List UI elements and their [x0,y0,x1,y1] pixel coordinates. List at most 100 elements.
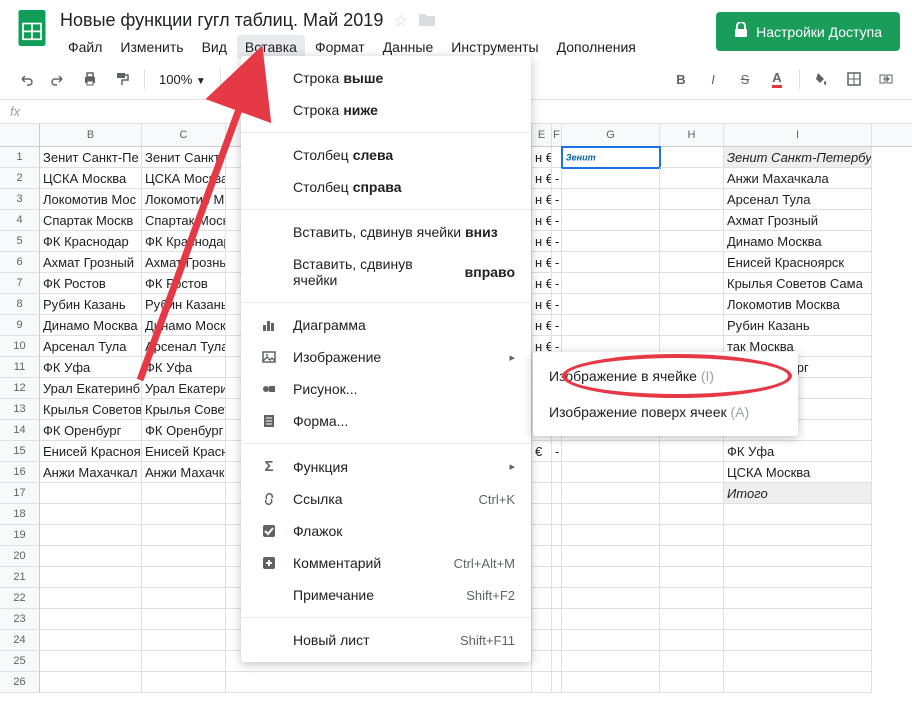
cell[interactable]: Енисей Красн [142,441,226,462]
cell[interactable] [532,504,552,525]
cell[interactable]: ФК Уфа [142,357,226,378]
cell[interactable] [660,588,724,609]
cell[interactable]: Урал Екатеринб [40,378,142,399]
cell[interactable]: н € [532,231,552,252]
row-header[interactable]: 9 [0,315,40,336]
cell[interactable]: Арсенал Тула [142,336,226,357]
cell[interactable]: н € [532,294,552,315]
cell[interactable] [562,567,660,588]
cell[interactable] [562,315,660,336]
insert-col-left[interactable]: Столбецслева [241,139,531,171]
cell[interactable]: - [552,252,562,273]
cell[interactable] [226,672,532,693]
cell[interactable]: Динамо Моск [142,315,226,336]
cell[interactable]: ФК Уфа [40,357,142,378]
cell[interactable]: Ахмат Грозный [40,252,142,273]
cell[interactable] [660,525,724,546]
cell[interactable] [552,630,562,651]
cell[interactable] [40,567,142,588]
cell[interactable] [562,588,660,609]
cell[interactable] [562,483,660,504]
row-header[interactable]: 20 [0,546,40,567]
cell[interactable] [660,210,724,231]
cell[interactable]: н € [532,273,552,294]
cell[interactable] [40,504,142,525]
cell[interactable] [40,546,142,567]
cell[interactable] [660,147,724,168]
cell[interactable] [40,609,142,630]
zoom-select[interactable]: 100% ▼ [153,72,212,87]
cell[interactable] [660,672,724,693]
cell[interactable]: Зенит Санкт-Пе [40,147,142,168]
fill-color-icon[interactable] [808,65,836,93]
cell[interactable] [532,567,552,588]
cell[interactable]: Зенит Санкт-Петербург [724,147,872,168]
cell[interactable] [562,168,660,189]
cell[interactable] [532,588,552,609]
cell[interactable]: ФК Уфа [724,441,872,462]
cell[interactable] [532,462,552,483]
row-header[interactable]: 16 [0,462,40,483]
cell[interactable]: ФК Краснодар [40,231,142,252]
cell[interactable] [552,483,562,504]
cell[interactable] [552,546,562,567]
bold-icon[interactable]: B [667,65,695,93]
cell[interactable]: - [552,441,562,462]
cell[interactable] [40,588,142,609]
cell[interactable] [532,651,552,672]
cell[interactable]: Анжи Махачкала [724,168,872,189]
cell[interactable]: Локомотив Мос [40,189,142,210]
italic-icon[interactable]: I [699,65,727,93]
image-in-cell[interactable]: Изображение в ячейке (I) [533,358,798,394]
image-over-cells[interactable]: Изображение поверх ячеек (A) [533,394,798,430]
insert-link[interactable]: СсылкаCtrl+K [241,483,531,515]
cell[interactable] [552,147,562,168]
text-color-icon[interactable]: A [763,65,791,93]
doc-title[interactable]: Новые функции гугл таблиц. Май 2019 [60,10,383,31]
cell[interactable] [142,672,226,693]
row-header[interactable]: 2 [0,168,40,189]
cell[interactable] [142,483,226,504]
insert-form[interactable]: Форма... [241,405,531,437]
cell[interactable] [40,651,142,672]
cell[interactable] [552,672,562,693]
row-header[interactable]: 25 [0,651,40,672]
cell[interactable] [724,567,872,588]
cell[interactable]: Зенит Санкт-П [142,147,226,168]
strike-icon[interactable]: S [731,65,759,93]
cell[interactable] [40,525,142,546]
cell[interactable] [562,294,660,315]
cell[interactable]: Рубин Казань [724,315,872,336]
cell[interactable]: Спартак Моск [142,210,226,231]
cell[interactable] [660,546,724,567]
cell[interactable]: - [552,210,562,231]
insert-note[interactable]: ПримечаниеShift+F2 [241,579,531,611]
cell[interactable] [724,546,872,567]
col-header-b[interactable]: B [40,124,142,146]
cell[interactable]: Крылья Советов [40,399,142,420]
print-icon[interactable] [76,65,104,93]
cell[interactable] [40,483,142,504]
cell[interactable]: € [532,441,552,462]
sheets-logo[interactable] [12,8,52,48]
row-header[interactable]: 23 [0,609,40,630]
cell[interactable]: Ахмат Грозный [724,210,872,231]
insert-checkbox[interactable]: Флажок [241,515,531,547]
row-header[interactable]: 26 [0,672,40,693]
cell[interactable] [562,546,660,567]
undo-icon[interactable] [12,65,40,93]
cell[interactable]: - [552,168,562,189]
star-icon[interactable]: ☆ [393,11,407,31]
row-header[interactable]: 14 [0,420,40,441]
col-header-h[interactable]: H [660,124,724,146]
cell[interactable] [142,546,226,567]
row-header[interactable]: 15 [0,441,40,462]
row-header[interactable]: 7 [0,273,40,294]
cell[interactable] [142,630,226,651]
cell[interactable]: Рубин Казань [142,294,226,315]
cell[interactable] [724,525,872,546]
cell[interactable] [532,483,552,504]
insert-new-sheet[interactable]: Новый листShift+F11 [241,624,531,656]
cell[interactable]: Анжи Махачк [142,462,226,483]
cell[interactable]: Ахмат Грозны [142,252,226,273]
